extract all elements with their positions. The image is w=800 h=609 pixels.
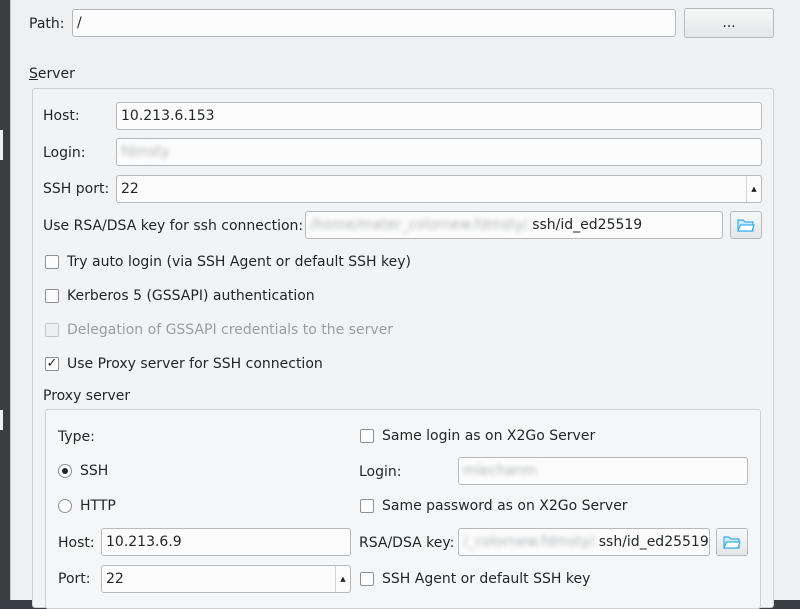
proxy-type-http-radio[interactable] [58, 499, 72, 513]
rsa-key-input[interactable]: /home/mater_colornew.fdmsty/.ssh/id_ed25… [305, 211, 723, 239]
ssh-agent-checkbox[interactable] [360, 572, 374, 586]
auto-login-checkbox[interactable] [45, 255, 59, 269]
proxy-port-label: Port: [58, 571, 91, 587]
proxy-section-title: Proxy server [43, 388, 131, 404]
server-host-input[interactable]: 10.213.6.153 [116, 102, 762, 130]
server-group: Host: 10.213.6.153 Login: fdmsty SSH por… [32, 88, 774, 609]
same-password-checkbox[interactable] [360, 499, 374, 513]
path-input[interactable]: / [72, 9, 676, 37]
proxy-host-label: Host: [58, 535, 95, 551]
background-window-edge [0, 410, 3, 430]
use-proxy-checkbox[interactable]: ✓ [45, 357, 59, 371]
session-settings-dialog: Path: / ... Server Host: 10.213.6.153 Lo… [10, 0, 800, 609]
checkmark-icon: ✓ [46, 356, 58, 371]
ssh-agent-label: SSH Agent or default SSH key [382, 571, 591, 587]
proxy-rsa-key-hidden-path: /_colornew.fdmsty/. [463, 534, 599, 550]
kerberos-label: Kerberos 5 (GSSAPI) authentication [67, 288, 315, 304]
same-password-label: Same password as on X2Go Server [382, 498, 628, 514]
spin-down-icon[interactable]: ▼ [751, 202, 756, 203]
proxy-rsa-key-label: RSA/DSA key: [359, 535, 455, 551]
spin-up-icon[interactable]: ▲ [340, 566, 345, 592]
server-login-value: fdmsty [121, 144, 170, 160]
proxy-type-http-label: HTTP [80, 498, 116, 514]
proxy-host-input[interactable]: 10.213.6.9 [101, 528, 351, 556]
path-browse-button[interactable]: ... [684, 8, 774, 38]
ssh-port-label: SSH port: [43, 181, 110, 197]
proxy-rsa-key-visible-path: ssh/id_ed25519 [598, 534, 709, 550]
ssh-port-spinbox[interactable]: 22 ▲ ▼ [116, 175, 762, 203]
proxy-login-input[interactable]: mlechanm [458, 457, 748, 485]
ssh-port-spin-buttons[interactable]: ▲ ▼ [746, 176, 761, 202]
proxy-group: Type: SSH HTTP Host: 10.213.6.9 Port: 22… [45, 409, 761, 609]
rsa-key-hidden-path: /home/mater_colornew.fdmsty/. [310, 217, 533, 233]
rsa-key-visible-path: ssh/id_ed25519 [532, 217, 643, 233]
proxy-rsa-key-input[interactable]: /_colornew.fdmsty/.ssh/id_ed25519 [458, 528, 710, 556]
proxy-port-spinbox[interactable]: 22 ▲ ▼ [101, 565, 351, 593]
auto-login-label: Try auto login (via SSH Agent or default… [67, 254, 412, 270]
same-login-checkbox[interactable] [360, 429, 374, 443]
server-login-label: Login: [43, 145, 86, 161]
folder-open-icon [737, 218, 755, 232]
server-host-label: Host: [43, 108, 80, 124]
proxy-login-label: Login: [359, 464, 402, 480]
same-login-label: Same login as on X2Go Server [382, 428, 596, 444]
spin-up-icon[interactable]: ▲ [751, 176, 756, 202]
ssh-port-value: 22 [121, 181, 139, 197]
gssapi-delegation-checkbox[interactable] [45, 323, 59, 337]
proxy-port-value: 22 [106, 571, 124, 587]
use-proxy-label: Use Proxy server for SSH connection [67, 356, 323, 372]
radio-selected-dot [62, 468, 68, 474]
kerberos-checkbox[interactable] [45, 289, 59, 303]
rsa-key-browse-button[interactable] [730, 211, 762, 239]
server-section-title: Server [29, 66, 75, 82]
proxy-type-ssh-radio[interactable] [58, 464, 72, 478]
rsa-key-label: Use RSA/DSA key for ssh connection: [43, 218, 304, 234]
path-label: Path: [29, 16, 65, 32]
background-window-edge [0, 130, 3, 160]
proxy-rsa-key-browse-button[interactable] [716, 528, 748, 556]
gssapi-delegation-label: Delegation of GSSAPI credentials to the … [67, 322, 394, 338]
proxy-type-ssh-label: SSH [80, 463, 109, 479]
proxy-port-spin-buttons[interactable]: ▲ ▼ [335, 566, 350, 592]
proxy-type-label: Type: [58, 429, 95, 445]
proxy-login-value: mlechanm [463, 463, 537, 479]
folder-open-icon [723, 535, 741, 549]
spin-down-icon[interactable]: ▼ [340, 592, 345, 593]
server-login-input[interactable]: fdmsty [116, 138, 762, 166]
